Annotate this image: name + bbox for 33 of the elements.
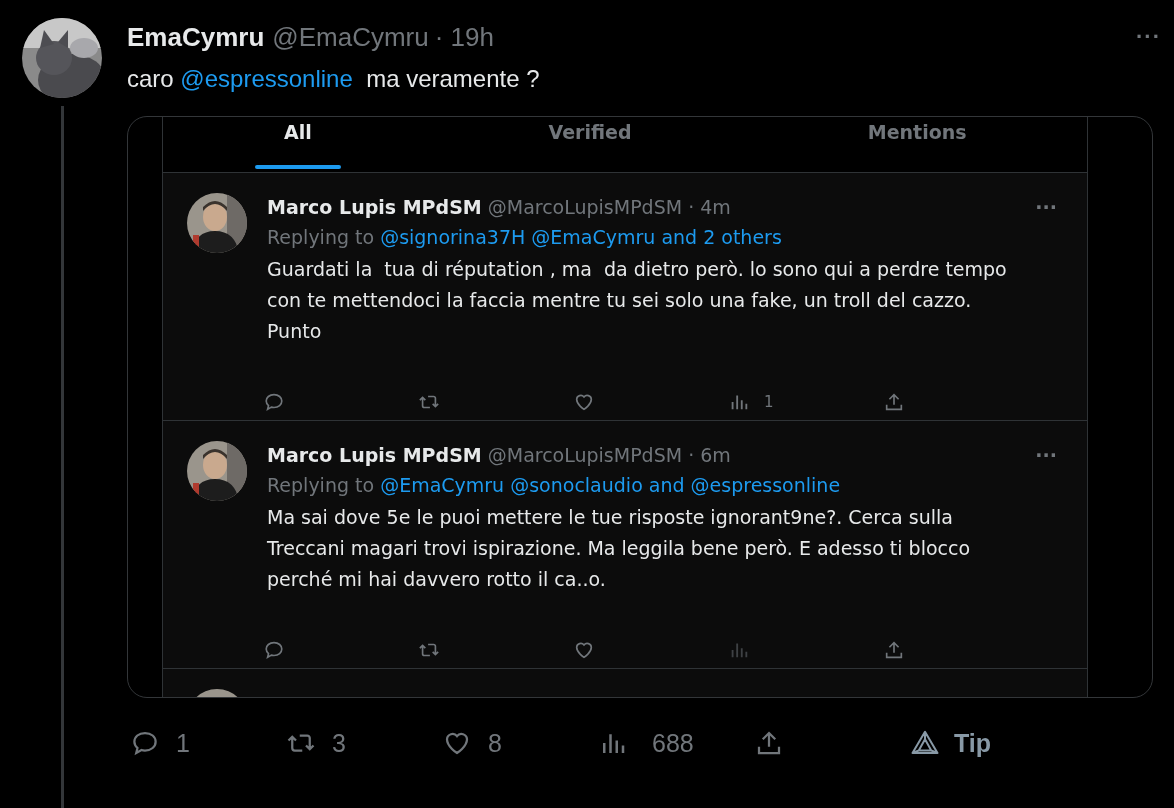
tab[interactable]: Mentions (747, 117, 1087, 172)
count-label: 3 (332, 728, 346, 758)
mention-link[interactable]: @espressonline (180, 65, 353, 92)
share-icon[interactable] (883, 391, 905, 413)
tab[interactable]: All (163, 117, 433, 172)
mention-link[interactable]: @signorina37H @EmaCymru and 2 others (380, 226, 782, 248)
author-name[interactable]: Marco Lupis MPdSM (267, 444, 482, 466)
reply-icon[interactable] (263, 391, 285, 413)
share-icon[interactable] (883, 639, 905, 661)
author-name[interactable]: Marco Lupis MPdSM (267, 196, 482, 218)
reply-text: Guardati la tua di réputation , ma da dietro però. lo sono qui a perdre tempo con te mettendoci la faccia mentre tu sei solo una fake, un troll del cazzo. Punto (267, 257, 1008, 344)
count-label: 8 (488, 728, 502, 758)
tip-label[interactable]: Tip (954, 728, 992, 758)
author-name[interactable]: EmaCymru (127, 21, 265, 53)
more-button[interactable]: ··· (1035, 196, 1057, 218)
more-button[interactable]: ··· (1035, 444, 1057, 466)
reply-icon[interactable] (263, 639, 285, 661)
replying-label: Replying to (267, 474, 375, 496)
author-handle[interactable]: @EmaCymru (272, 21, 429, 53)
author-handle[interactable]: @MarcoLupisMPdSM (487, 444, 683, 466)
count-label: 1 (176, 728, 190, 758)
timestamp[interactable]: · 4m (688, 196, 731, 218)
mention-link[interactable]: @EmaCymru @sonoclaudio and @espressonline (380, 474, 841, 496)
timestamp[interactable]: · 19h (434, 21, 494, 53)
author-handle[interactable]: @MarcoLupisMPdSM (487, 196, 683, 218)
count-label: 688 (652, 728, 694, 758)
replying-label: Replying to (267, 226, 375, 248)
reply-text: Ma sai dove 5e le puoi mettere le tue risposte ignorant9ne?. Cerca sulla Treccani magari trovi ispirazione. Ma leggila bene però. E adesso ti blocco perché mi hai davvero rotto il ca..o. (267, 505, 972, 592)
more-button[interactable]: ··· (1136, 24, 1161, 50)
view-count: 1 (764, 393, 774, 411)
tweet-text: caro @espressonline ma veramente ? (127, 64, 541, 94)
timestamp[interactable]: · 6m (688, 444, 731, 466)
tab[interactable]: Verified (432, 117, 748, 172)
